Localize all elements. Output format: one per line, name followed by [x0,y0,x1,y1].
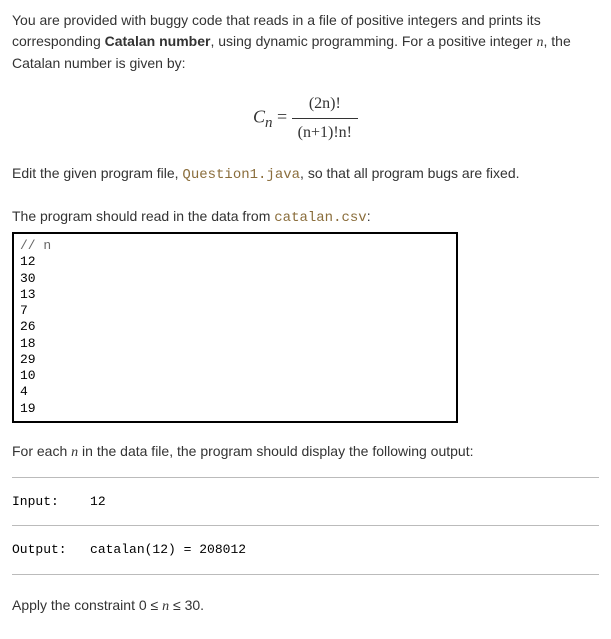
read-paragraph: The program should read in the data from… [12,206,599,229]
csv-line: 26 [20,319,450,335]
edit-filename: Question1.java [182,167,300,183]
csv-line: 18 [20,336,450,352]
divider [12,525,599,526]
formula-eq: = [273,107,292,127]
constraint-paragraph: Apply the constraint 0 ≤ n ≤ 30. [12,595,599,617]
formula-sub: n [265,115,273,131]
intro-paragraph: You are provided with buggy code that re… [12,10,599,74]
read-text-1: The program should read in the data from [12,208,274,224]
constraint-text-2: ≤ 30. [169,597,204,613]
input-line: Input: 12 [12,492,599,512]
foreach-text-1: For each [12,443,71,459]
formula-C: C [253,107,265,127]
edit-text-2: , so that all program bugs are fixed. [300,165,519,181]
formula-denominator: (n+1)!n! [292,119,358,145]
divider [12,477,599,478]
divider [12,574,599,575]
constraint-n: n [162,599,169,614]
csv-line: 19 [20,401,450,417]
csv-line: 13 [20,287,450,303]
input-label: Input: [12,494,59,509]
csv-header: // n [20,238,450,254]
output-line: Output: catalan(12) = 208012 [12,540,599,560]
foreach-paragraph: For each n in the data file, the program… [12,441,599,463]
foreach-text-2: in the data file, the program should dis… [78,443,473,459]
csv-line: 29 [20,352,450,368]
intro-text-2: , using dynamic programming. For a posit… [210,33,536,49]
read-filename: catalan.csv [274,210,366,226]
csv-line: 12 [20,254,450,270]
input-value: 12 [90,494,106,509]
csv-line: 10 [20,368,450,384]
edit-paragraph: Edit the given program file, Question1.j… [12,163,599,186]
csv-line: 7 [20,303,450,319]
formula-fraction: (2n)!(n+1)!n! [292,92,358,145]
formula-numerator: (2n)! [292,92,358,119]
csv-line: 4 [20,384,450,400]
constraint-text-1: Apply the constraint 0 ≤ [12,597,162,613]
read-text-2: : [367,208,371,224]
csv-line: 30 [20,271,450,287]
output-label: Output: [12,542,67,557]
csv-box: // n 12 30 13 7 26 18 29 10 4 19 [12,232,458,423]
edit-text-1: Edit the given program file, [12,165,182,181]
formula: Cn = (2n)!(n+1)!n! [12,92,599,145]
output-value: catalan(12) = 208012 [90,542,246,557]
catalan-bold: Catalan number [105,33,211,49]
